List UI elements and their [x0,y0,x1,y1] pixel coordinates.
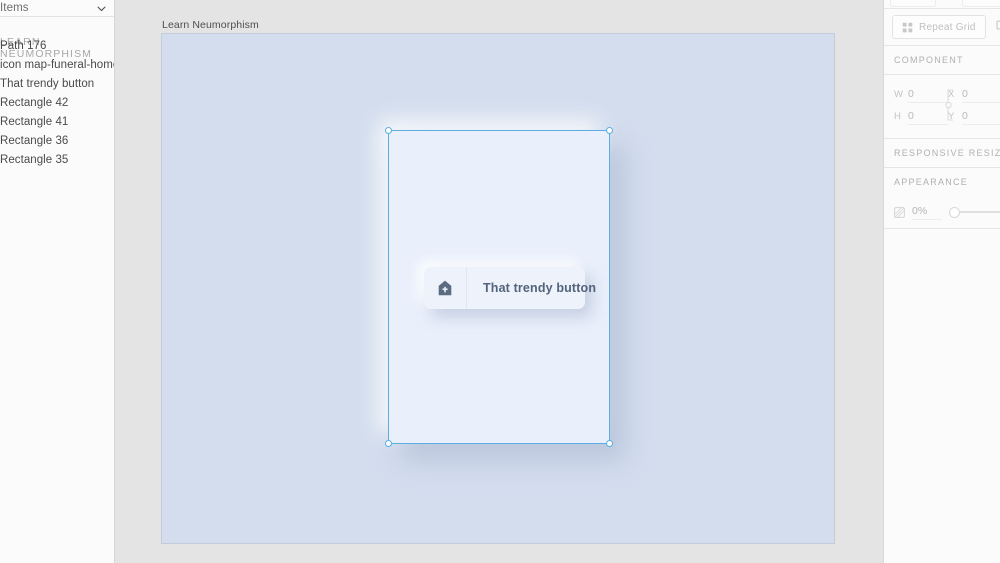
xd-application-window: Items LEARN NEUMORPHISM Path 176 icon ma… [0,0,1000,563]
height-value[interactable]: 0 [908,110,948,125]
layer-group-label: LEARN NEUMORPHISM [0,36,93,60]
width-field[interactable]: W 0 [894,88,948,103]
list-item[interactable]: Rectangle 41 [0,113,114,132]
height-label: H [894,110,902,122]
list-item[interactable]: Rectangle 42 [0,94,114,113]
artboard[interactable]: That trendy button [162,34,834,543]
link-lock-icon[interactable] [944,87,954,123]
section-header-appearance: APPEARANCE [894,177,969,187]
layers-panel: Items LEARN NEUMORPHISM Path 176 icon ma… [0,0,115,563]
design-canvas[interactable]: Learn Neumorphism That trendy button [115,0,883,563]
list-item[interactable]: Rectangle 35 [0,151,114,170]
property-inspector-panel: Repeat Grid COMPONENT W 0 X 0 H 0 Y 0 RE… [883,0,1000,563]
layers-panel-title: Items [0,2,29,14]
opacity-value[interactable]: 0% [912,205,942,220]
height-field[interactable]: H 0 [894,110,948,125]
alignment-tool-row[interactable] [884,0,1000,8]
opacity-icon [894,206,905,218]
list-item[interactable]: That trendy button [0,75,114,94]
opacity-row: 0% [884,196,1000,228]
chevron-down-icon[interactable] [96,3,107,14]
dimensions-row-top: W 0 X 0 [884,84,1000,106]
dimensions-group: W 0 X 0 H 0 Y 0 [884,75,1000,138]
align-tool-icon[interactable] [890,0,936,7]
dimensions-row-bottom: H 0 Y 0 [884,106,1000,128]
repeat-grid-row: Repeat Grid [884,9,1000,45]
layers-panel-header[interactable]: Items [0,0,114,17]
divider [884,228,1000,229]
list-item[interactable]: Rectangle 36 [0,132,114,151]
list-item[interactable]: icon map-funeral-home [0,56,114,75]
funeral-home-icon [424,267,466,309]
opacity-slider[interactable] [949,206,1000,218]
x-field[interactable]: X 0 [948,88,1000,103]
x-value[interactable]: 0 [962,88,1000,103]
section-header-responsive-resize: RESPONSIVE RESIZE [894,148,1000,158]
repeat-grid-label: Repeat Grid [919,21,976,33]
slider-knob[interactable] [949,206,960,218]
repeat-grid-button[interactable]: Repeat Grid [892,15,986,39]
section-header-component: COMPONENT [894,55,964,65]
neumorphic-button[interactable]: That trendy button [424,267,596,309]
width-value[interactable]: 0 [908,88,948,103]
button-label: That trendy button [483,281,597,295]
property-inspector-content: Repeat Grid COMPONENT W 0 X 0 H 0 Y 0 RE… [884,0,1000,229]
y-value[interactable]: 0 [962,110,1000,125]
duplicate-icon[interactable] [996,20,1000,34]
distribute-tool-icon[interactable] [962,0,1000,7]
layers-panel-content: Items LEARN NEUMORPHISM Path 176 icon ma… [0,0,114,170]
artboard-name-label[interactable]: Learn Neumorphism [162,19,259,31]
width-label: W [894,88,904,100]
y-field[interactable]: Y 0 [948,110,1000,125]
